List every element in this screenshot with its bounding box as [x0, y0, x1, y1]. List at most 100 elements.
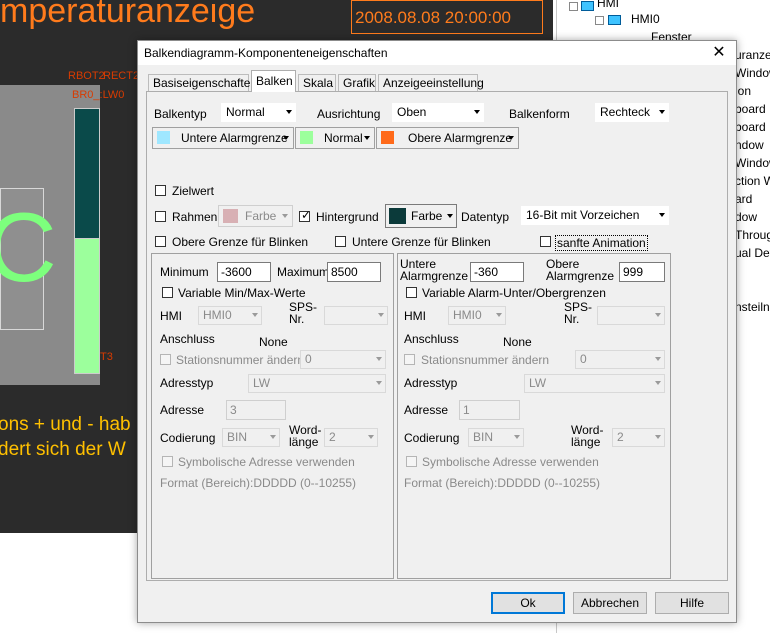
obere-alarmgrenze-color-picker[interactable]: Obere Alarmgrenze: [376, 127, 519, 149]
chevron-down-icon: [514, 435, 520, 439]
bar-graph-background[interactable]: [74, 108, 100, 240]
symbolische-adresse-checkbox[interactable]: [162, 456, 173, 467]
adresstyp-select[interactable]: LW: [524, 374, 665, 393]
tree-item-label[interactable]: board: [735, 102, 766, 116]
bar-graph-fill[interactable]: [74, 238, 100, 374]
hmi-value: HMI0: [453, 308, 482, 322]
rahmen-color-picker[interactable]: Farbe: [218, 205, 293, 227]
tree-item-label[interactable]: ndow: [735, 138, 764, 152]
zielwert-checkbox[interactable]: [155, 185, 166, 196]
hintergrund-farbe-label: Farbe: [411, 209, 443, 223]
rahmen-label: Rahmen: [172, 210, 218, 224]
ausrichtung-select[interactable]: Oben: [392, 103, 484, 122]
dialog-titlebar[interactable]: Balkendiagramm-Komponenteneigenschaften …: [138, 41, 736, 65]
tree-item-label[interactable]: ion: [735, 84, 751, 98]
expand-icon[interactable]: [595, 16, 604, 25]
anschluss-label: Anschluss: [404, 332, 459, 346]
tab-anzeigeeinstellung[interactable]: Anzeigeeinstellung: [378, 74, 484, 91]
variable-alarm-checkbox[interactable]: [406, 287, 417, 298]
close-icon[interactable]: ✕: [710, 44, 728, 62]
chevron-down-icon: [655, 357, 661, 361]
tree-item-label[interactable]: dow: [735, 210, 757, 224]
maximum-input[interactable]: 8500: [327, 262, 381, 282]
untere-alarmgrenze-input[interactable]: -360: [470, 262, 524, 282]
tree-item-label[interactable]: Window: [735, 66, 770, 80]
obere-alarmgrenze-input[interactable]: 999: [619, 262, 665, 282]
component-label: T3: [100, 351, 113, 363]
hintergrund-color-picker[interactable]: Farbe: [385, 204, 457, 228]
untere-alarm-color-label: Untere Alarmgrenze: [181, 131, 288, 145]
adresse-input[interactable]: 1: [459, 400, 520, 420]
datentyp-label: Datentyp: [461, 210, 510, 224]
stationsnummer-select[interactable]: 0: [300, 350, 386, 369]
tab-balken[interactable]: Balken: [251, 70, 296, 92]
tree-item-label[interactable]: ard: [735, 192, 752, 206]
tree-item-label[interactable]: board: [735, 120, 766, 134]
chevron-down-icon: [376, 381, 382, 385]
adresse-label: Adresse: [404, 403, 449, 417]
anschluss-label: Anschluss: [160, 332, 215, 346]
codierung-select[interactable]: BIN: [468, 428, 524, 447]
symbolische-adresse-checkbox[interactable]: [406, 456, 417, 467]
sps-nr-label: SPS- Nr.: [564, 300, 593, 326]
wordlaenge-value: 2: [329, 430, 336, 444]
tree-item-label[interactable]: Through: [735, 228, 770, 242]
hilfe-button[interactable]: Hilfe: [655, 592, 729, 614]
datetime-display: 2008.08.08 20:00:00: [351, 0, 543, 34]
obere-blinken-checkbox[interactable]: [155, 236, 166, 247]
format-label: Format (Bereich):DDDDD (0--10255): [404, 476, 601, 490]
sanfte-animation-checkbox[interactable]: [540, 236, 551, 247]
chevron-down-icon: [508, 136, 514, 140]
balkenform-label: Balkenform: [509, 107, 570, 121]
wordlaenge-label: Word- länge: [571, 423, 604, 449]
tree-item-label[interactable]: nsteilne: [735, 300, 770, 314]
tree-item-label: HMI: [597, 0, 619, 10]
tab-skala[interactable]: Skala: [298, 74, 336, 91]
datentyp-value: 16-Bit mit Vorzeichen: [526, 208, 640, 222]
sps-nr-select[interactable]: [597, 306, 665, 325]
tree-item-label[interactable]: uranzeig: [735, 48, 770, 62]
rahmen-checkbox[interactable]: [155, 211, 166, 222]
tree-item-label[interactable]: ual Devi: [735, 246, 770, 260]
adresstyp-label: Adresstyp: [404, 376, 458, 390]
variable-min-max-label: Variable Min/Max-Werte: [178, 286, 306, 300]
adresstyp-value: LW: [529, 376, 547, 390]
background-text-line: dert sich der W: [0, 439, 126, 460]
tree-item-label[interactable]: Window: [735, 156, 770, 170]
adresse-input[interactable]: 3: [226, 400, 286, 420]
untere-blinken-checkbox[interactable]: [335, 236, 346, 247]
chevron-down-icon: [282, 214, 288, 218]
obere-alarm-color-label: Obere Alarmgrenze: [408, 131, 513, 145]
stationsnummer-checkbox[interactable]: [404, 354, 415, 365]
chevron-down-icon: [368, 435, 374, 439]
tab-basiseigenschaften[interactable]: Basiseigenschaften: [148, 74, 257, 91]
sps-nr-select[interactable]: [324, 306, 388, 325]
wordlaenge-select[interactable]: 2: [612, 428, 665, 447]
stationsnummer-label: Stationsnummer ändern: [176, 353, 305, 367]
stationsnummer-select[interactable]: 0: [575, 350, 665, 369]
variable-min-max-checkbox[interactable]: [162, 287, 173, 298]
stationsnummer-checkbox[interactable]: [160, 354, 171, 365]
balkenform-select[interactable]: Rechteck: [595, 103, 669, 122]
untere-alarmgrenze-color-picker[interactable]: Untere Alarmgrenze: [152, 127, 294, 149]
minimum-input[interactable]: -3600: [217, 262, 271, 282]
chevron-down-icon: [655, 381, 661, 385]
expand-icon[interactable]: [569, 2, 578, 11]
sps-nr-label: SPS- Nr.: [289, 300, 318, 326]
normal-color-picker[interactable]: Normal: [295, 127, 375, 149]
hmi-select[interactable]: HMI0: [448, 306, 506, 325]
adresstyp-select[interactable]: LW: [248, 374, 386, 393]
component-label: RBOT2: [68, 70, 105, 82]
tab-grafik[interactable]: Grafik: [338, 74, 376, 91]
datentyp-select[interactable]: 16-Bit mit Vorzeichen: [521, 206, 669, 225]
balkentyp-select[interactable]: Normal: [221, 103, 296, 122]
wordlaenge-select[interactable]: 2: [324, 428, 378, 447]
hmi-select[interactable]: HMI0: [198, 306, 262, 325]
abbrechen-button[interactable]: Abbrechen: [573, 592, 647, 614]
tree-item-label[interactable]: ction W: [735, 174, 770, 188]
hintergrund-checkbox[interactable]: ✓: [299, 208, 311, 222]
untere-blinken-label: Untere Grenze für Blinken: [352, 235, 491, 249]
codierung-select[interactable]: BIN: [222, 428, 280, 447]
adresstyp-value: LW: [253, 376, 271, 390]
ok-button[interactable]: Ok: [491, 592, 565, 614]
